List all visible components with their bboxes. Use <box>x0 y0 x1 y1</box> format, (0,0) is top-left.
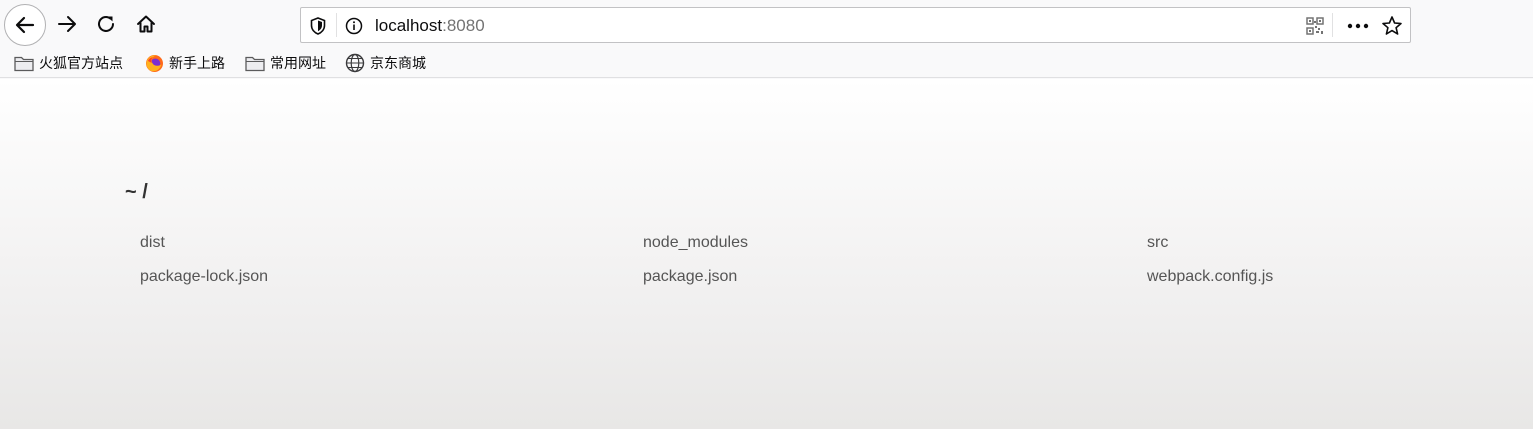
url-host: localhost <box>375 16 443 35</box>
bookmark-label: 新手上路 <box>169 55 225 71</box>
directory-path-heading: ~ / <box>125 181 148 203</box>
back-button[interactable] <box>4 4 46 46</box>
bookmark-common-sites[interactable]: 常用网址 <box>245 52 326 74</box>
home-icon <box>137 15 155 33</box>
url-port: :8080 <box>442 16 485 35</box>
site-info-icon[interactable] <box>344 16 364 36</box>
file-link-src[interactable]: src <box>1147 233 1168 253</box>
forward-button[interactable] <box>52 9 82 39</box>
qr-code-icon[interactable] <box>1305 16 1325 36</box>
folder-icon <box>14 56 34 72</box>
bookmark-label: 常用网址 <box>270 55 326 71</box>
bookmarks-toolbar: 火狐官方站点 新手上路 常用网址 京东商城 <box>0 48 1533 78</box>
folder-icon <box>245 56 265 72</box>
tracking-protection-shield-icon[interactable] <box>308 16 328 36</box>
bookmark-firefox-official[interactable]: 火狐官方站点 <box>14 52 123 74</box>
url-text[interactable]: localhost:8080 <box>375 16 485 36</box>
globe-icon <box>345 53 365 73</box>
url-bar[interactable]: localhost:8080 <box>300 7 1411 43</box>
file-link-dist[interactable]: dist <box>140 233 165 253</box>
bookmark-label: 京东商城 <box>370 55 426 71</box>
file-link-node-modules[interactable]: node_modules <box>643 233 748 253</box>
url-divider <box>336 13 337 37</box>
bookmark-label: 火狐官方站点 <box>39 55 123 71</box>
arrow-right-icon <box>58 16 76 32</box>
reload-icon <box>98 15 114 32</box>
home-button[interactable] <box>131 9 161 39</box>
bookmark-star-icon[interactable] <box>1381 15 1403 37</box>
firefox-icon <box>146 54 163 72</box>
url-divider <box>1332 13 1333 37</box>
bookmark-jd-mall[interactable]: 京东商城 <box>345 52 426 74</box>
reload-button[interactable] <box>91 9 121 39</box>
file-link-package-json[interactable]: package.json <box>643 267 737 287</box>
arrow-left-icon <box>15 16 35 34</box>
page-actions-more-icon[interactable] <box>1345 16 1371 36</box>
file-link-webpack-config[interactable]: webpack.config.js <box>1147 267 1273 287</box>
bookmark-getting-started[interactable]: 新手上路 <box>145 52 225 74</box>
navigation-toolbar: localhost:8080 <box>0 0 1533 48</box>
directory-listing-page: ~ / dist node_modules src package-lock.j… <box>0 79 1533 429</box>
file-link-package-lock[interactable]: package-lock.json <box>140 267 268 287</box>
